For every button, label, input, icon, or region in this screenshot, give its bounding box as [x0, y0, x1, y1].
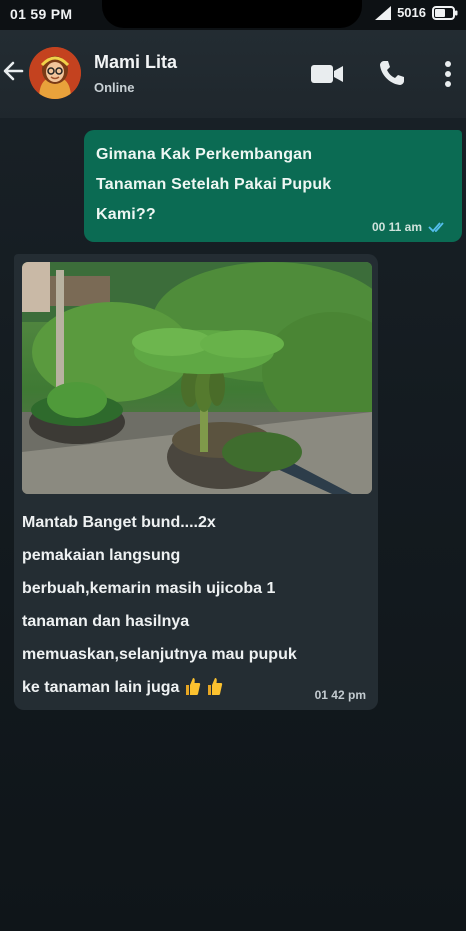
status-time: 01 59 PM [10, 6, 73, 22]
battery-icon [432, 5, 458, 20]
chat-header: Mami Lita Online [0, 30, 466, 118]
camera-notch [102, 0, 362, 28]
message-time: 01 42 pm [314, 688, 366, 702]
outgoing-message[interactable]: Gimana Kak Perkembangan Tanaman Setelah … [84, 130, 462, 242]
more-options-icon[interactable] [440, 58, 456, 90]
papaya-plant-image [22, 262, 372, 494]
message-text: Gimana Kak Perkembangan Tanaman Setelah … [96, 146, 332, 223]
chat-screen: 01 59 PM 5016 Mami Lita Online Gimana Ka… [0, 0, 466, 931]
message-text-content: Mantab Banget bund....2x pemakaian langs… [22, 514, 297, 696]
incoming-message[interactable]: Mantab Banget bund....2x pemakaian langs… [14, 254, 378, 710]
network-label: 5016 [397, 5, 426, 20]
signal-icon [375, 5, 392, 20]
thumbs-up-icon [186, 678, 201, 695]
message-time: 00 11 am [371, 220, 422, 234]
contact-avatar[interactable] [29, 47, 81, 99]
contact-name[interactable]: Mami Lita [94, 52, 177, 73]
back-arrow-icon[interactable] [2, 60, 24, 82]
status-bar: 01 59 PM 5016 [0, 0, 466, 30]
phone-call-icon[interactable] [377, 58, 407, 88]
video-call-icon[interactable] [310, 62, 344, 86]
status-indicators: 5016 [375, 5, 458, 20]
message-list[interactable]: Gimana Kak Perkembangan Tanaman Setelah … [0, 118, 466, 931]
avatar-illustration [29, 47, 81, 99]
plant-photo[interactable] [22, 262, 372, 494]
message-meta: 00 11 am [372, 220, 448, 234]
message-text: Mantab Banget bund....2x pemakaian langs… [22, 506, 370, 704]
contact-status: Online [94, 80, 135, 95]
thumbs-up-icon [208, 678, 223, 695]
double-check-read-icon [428, 222, 444, 233]
